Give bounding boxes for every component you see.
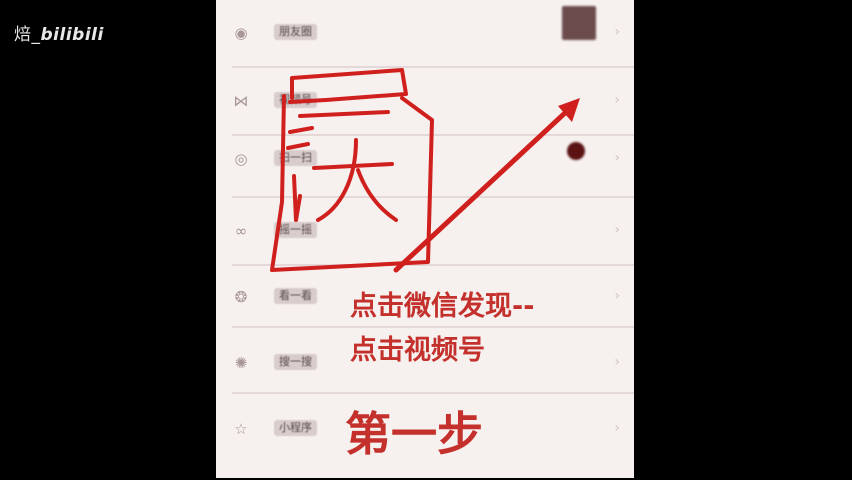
list-item-label: 扫一扫 xyxy=(274,150,317,166)
watermark-prefix: 焙_ xyxy=(14,25,41,45)
list-item-label: 视频号 xyxy=(274,92,317,108)
list-item-label: 看一看 xyxy=(274,288,317,304)
star-icon: ☆ xyxy=(234,420,248,438)
bilibili-watermark: 焙_bilibili xyxy=(14,20,104,45)
annotation-instruction-line2: 点击视频号 xyxy=(350,335,485,366)
moments-thumbnail xyxy=(562,6,596,40)
list-item-label: 朋友圈 xyxy=(274,24,317,40)
list-item-label: 摇一摇 xyxy=(274,222,317,238)
shake-icon: ∞ xyxy=(234,222,248,240)
list-item-moments[interactable]: ◉ 朋友圈 › xyxy=(216,0,634,66)
annotation-instruction-line1: 点击微信发现-- xyxy=(350,291,535,322)
annotation-step-label: 第一步 xyxy=(345,407,483,461)
look-icon: ❂ xyxy=(234,288,248,306)
list-item-shake[interactable]: ∞ 摇一摇 › xyxy=(216,198,634,264)
chevron-right-icon: › xyxy=(614,150,620,166)
chevron-right-icon: › xyxy=(614,354,620,370)
divider xyxy=(232,392,634,394)
moments-icon: ◉ xyxy=(234,24,248,42)
list-item-label: 搜一搜 xyxy=(274,354,317,370)
chevron-right-icon: › xyxy=(614,92,620,108)
channels-icon: ⋈ xyxy=(233,92,249,110)
list-item-channels[interactable]: ⋈ 视频号 › xyxy=(216,68,634,134)
chevron-right-icon: › xyxy=(614,420,620,436)
list-item-label: 小程序 xyxy=(274,420,317,436)
chevron-right-icon: › xyxy=(614,288,620,304)
scan-icon: ◎ xyxy=(234,150,248,168)
watermark-brand: bilibili xyxy=(40,25,104,45)
chevron-right-icon: › xyxy=(614,24,620,40)
notification-dot xyxy=(567,142,585,160)
chevron-right-icon: › xyxy=(614,222,620,238)
search-icon: ✺ xyxy=(234,354,248,372)
